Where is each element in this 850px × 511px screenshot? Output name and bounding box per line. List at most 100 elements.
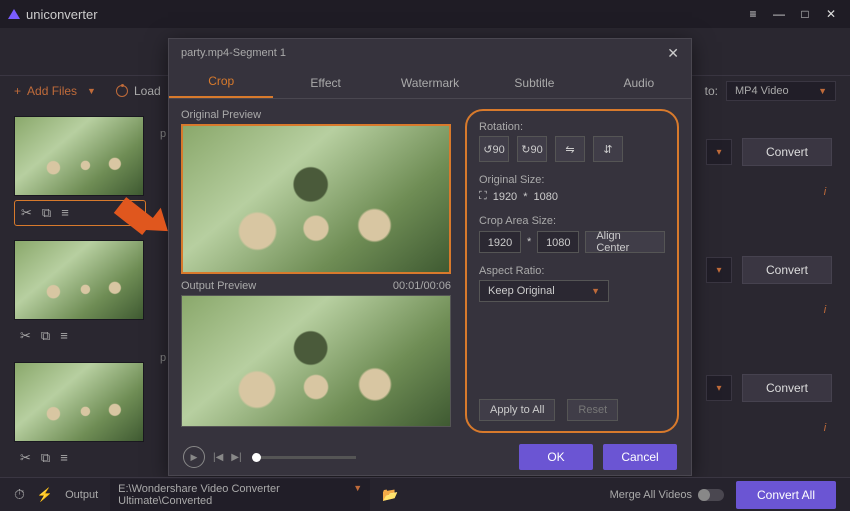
add-files-button[interactable]: + Add Files ▼ bbox=[14, 84, 96, 98]
video-thumbnail[interactable] bbox=[14, 362, 144, 442]
trim-icon[interactable]: ✂ bbox=[20, 450, 31, 466]
app-footer: ⏱ ⚡ Output E:\Wondershare Video Converte… bbox=[0, 477, 850, 511]
effect-icon[interactable]: ≡ bbox=[61, 205, 69, 221]
maximize-button[interactable]: □ bbox=[794, 6, 816, 22]
flip-horizontal-button[interactable]: ⇋ bbox=[555, 136, 585, 162]
apply-to-all-button[interactable]: Apply to All bbox=[479, 399, 555, 421]
list-item[interactable]: ✂ ⧉ ≡ bbox=[14, 240, 146, 348]
to-label: to: bbox=[705, 84, 718, 98]
play-button[interactable]: ▶ bbox=[183, 446, 205, 468]
list-item[interactable]: ✂ ⧉ ≡ bbox=[14, 362, 146, 470]
title-bar: uniconverter ≡ — □ ✕ bbox=[0, 0, 850, 28]
output-path-field[interactable]: E:\Wondershare Video Converter Ultimate\… bbox=[110, 479, 370, 511]
tab-subtitle[interactable]: Subtitle bbox=[482, 76, 586, 98]
expand-icon: ⛶ bbox=[479, 190, 487, 203]
info-icon[interactable]: i bbox=[818, 186, 832, 200]
merge-toggle[interactable] bbox=[698, 489, 724, 501]
open-folder-icon[interactable]: 📂 bbox=[382, 487, 398, 503]
tab-effect[interactable]: Effect bbox=[273, 76, 377, 98]
aspect-value: Keep Original bbox=[488, 285, 555, 297]
crop-icon[interactable]: ⧉ bbox=[41, 328, 50, 344]
app-logo-icon bbox=[8, 9, 20, 19]
output-preview bbox=[181, 295, 451, 427]
edit-icon-group: ✂ ⧉ ≡ bbox=[14, 324, 146, 348]
crop-height-input[interactable]: 1080 bbox=[537, 231, 579, 253]
output-path-value: E:\Wondershare Video Converter Ultimate\… bbox=[118, 483, 353, 507]
cancel-button[interactable]: Cancel bbox=[603, 444, 677, 470]
original-preview-label: Original Preview bbox=[181, 109, 451, 121]
dialog-title: party.mp4-Segment 1 bbox=[181, 47, 286, 59]
load-dvd-button[interactable]: Load bbox=[116, 84, 161, 98]
crop-settings-panel: Rotation: ↺90 ↻90 ⇋ ⇵ Original Size: ⛶ 1… bbox=[465, 109, 679, 433]
orig-width: 1920 bbox=[493, 191, 517, 203]
reset-button[interactable]: Reset bbox=[567, 399, 618, 421]
video-thumbnail[interactable] bbox=[14, 116, 144, 196]
file-list: ✂ ⧉ ≡ ✂ ⧉ ≡ ✂ ⧉ ≡ bbox=[0, 108, 160, 477]
minimize-button[interactable]: — bbox=[768, 6, 790, 22]
original-size-label: Original Size: bbox=[479, 174, 665, 186]
rotation-label: Rotation: bbox=[479, 121, 665, 133]
convert-button[interactable]: Convert bbox=[742, 374, 832, 402]
output-label: Output bbox=[65, 489, 98, 501]
prev-frame-button[interactable]: |◀ bbox=[213, 452, 223, 463]
output-format-select[interactable]: MP4 Video ▼ bbox=[726, 81, 836, 101]
chevron-down-icon[interactable]: ▼ bbox=[87, 86, 96, 96]
crop-area-label: Crop Area Size: bbox=[479, 215, 665, 227]
crop-icon[interactable]: ⧉ bbox=[42, 205, 51, 221]
item-format-dropdown[interactable]: ▾ bbox=[706, 139, 732, 165]
crop-icon[interactable]: ⧉ bbox=[41, 450, 50, 466]
close-button[interactable]: ✕ bbox=[820, 6, 842, 22]
orig-height: 1080 bbox=[533, 191, 557, 203]
item-marker: p bbox=[160, 352, 166, 364]
tab-audio[interactable]: Audio bbox=[587, 76, 691, 98]
item-format-dropdown[interactable]: ▾ bbox=[706, 375, 732, 401]
chevron-down-icon: ▼ bbox=[353, 483, 362, 507]
disc-icon bbox=[116, 85, 128, 97]
convert-all-button[interactable]: Convert All bbox=[736, 481, 836, 509]
tab-crop[interactable]: Crop bbox=[169, 74, 273, 98]
close-icon[interactable]: ✕ bbox=[667, 45, 679, 62]
info-icon[interactable]: i bbox=[818, 304, 832, 318]
align-center-button[interactable]: Align Center bbox=[585, 231, 665, 253]
next-frame-button[interactable]: ▶| bbox=[231, 452, 241, 463]
app-name: uniconverter bbox=[26, 7, 98, 22]
ok-button[interactable]: OK bbox=[519, 444, 593, 470]
convert-button[interactable]: Convert bbox=[742, 256, 832, 284]
video-thumbnail[interactable] bbox=[14, 240, 144, 320]
size-sep: * bbox=[527, 236, 531, 248]
preview-pane: Original Preview Output Preview 00:01/00… bbox=[181, 109, 451, 433]
tab-watermark[interactable]: Watermark bbox=[378, 76, 482, 98]
edit-tabs: Crop Effect Watermark Subtitle Audio bbox=[169, 67, 691, 99]
convert-button[interactable]: Convert bbox=[742, 138, 832, 166]
chevron-down-icon: ▼ bbox=[591, 286, 600, 296]
info-icon[interactable]: i bbox=[818, 422, 832, 436]
load-label: Load bbox=[134, 84, 161, 98]
annotation-arrow bbox=[120, 195, 156, 215]
format-value: MP4 Video bbox=[735, 85, 789, 97]
aspect-ratio-label: Aspect Ratio: bbox=[479, 265, 665, 277]
item-format-dropdown[interactable]: ▾ bbox=[706, 257, 732, 283]
merge-label: Merge All Videos bbox=[610, 489, 692, 501]
rotate-left-button[interactable]: ↺90 bbox=[479, 136, 509, 162]
gpu-accel-icon[interactable]: ⚡ bbox=[37, 487, 53, 503]
plus-icon: + bbox=[14, 84, 21, 98]
dialog-footer: ▶ |◀ ▶| OK Cancel bbox=[169, 439, 691, 475]
size-sep: * bbox=[523, 191, 527, 203]
rotate-right-button[interactable]: ↻90 bbox=[517, 136, 547, 162]
effect-icon[interactable]: ≡ bbox=[60, 328, 68, 344]
item-marker: p bbox=[160, 128, 166, 140]
trim-icon[interactable]: ✂ bbox=[20, 328, 31, 344]
aspect-ratio-select[interactable]: Keep Original ▼ bbox=[479, 280, 609, 302]
chevron-down-icon: ▼ bbox=[818, 86, 827, 96]
output-preview-label: Output Preview bbox=[181, 280, 256, 292]
original-preview[interactable] bbox=[181, 124, 451, 274]
add-files-label: Add Files bbox=[27, 84, 77, 98]
scheduler-icon[interactable]: ⏱ bbox=[14, 486, 25, 503]
effect-icon[interactable]: ≡ bbox=[60, 450, 68, 466]
crop-width-input[interactable]: 1920 bbox=[479, 231, 521, 253]
trim-icon[interactable]: ✂ bbox=[21, 205, 32, 221]
merge-toggle-row: Merge All Videos bbox=[610, 489, 724, 501]
hamburger-icon[interactable]: ≡ bbox=[742, 6, 764, 22]
flip-vertical-button[interactable]: ⇵ bbox=[593, 136, 623, 162]
edit-dialog: party.mp4-Segment 1 ✕ Crop Effect Waterm… bbox=[168, 38, 692, 476]
